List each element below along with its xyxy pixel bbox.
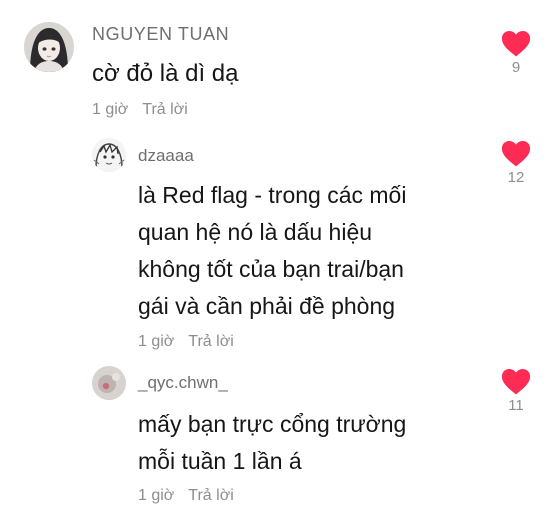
comment-text-line: không tốt của bạn trai/bạn bbox=[138, 256, 404, 282]
comment-time: 1 giờ bbox=[92, 101, 129, 118]
comment-text-line: gái và cần phải đề phòng bbox=[138, 293, 396, 319]
comment-username[interactable]: _qyc.chwn_ bbox=[138, 373, 228, 393]
reply-button[interactable]: Trả lời bbox=[188, 487, 233, 504]
comment-text: cờ đỏ là dì dạ bbox=[92, 60, 239, 87]
like-count: 12 bbox=[507, 169, 525, 186]
comment-meta: 1 giờ Trả lời bbox=[138, 333, 234, 351]
avatar-sketch-icon bbox=[92, 138, 126, 172]
comment-time: 1 giờ bbox=[138, 333, 175, 350]
avatar[interactable] bbox=[24, 22, 74, 72]
comments-screen: { "comments": [ { "username": "NGUYEN TU… bbox=[0, 0, 552, 516]
avatar[interactable] bbox=[92, 366, 126, 400]
comment-meta: 1 giờ Trả lời bbox=[138, 487, 234, 505]
avatar[interactable] bbox=[92, 138, 126, 172]
like-count: 11 bbox=[508, 397, 524, 414]
comment-time: 1 giờ bbox=[138, 487, 175, 504]
comment-text: là Red flag - trong các mối quan hệ nó l… bbox=[138, 177, 406, 325]
comment-meta: 1 giờ Trả lời bbox=[92, 101, 188, 119]
comment-username[interactable]: dzaaaa bbox=[138, 146, 194, 166]
comment-text-line: là Red flag - trong các mối bbox=[138, 182, 407, 208]
like-count: 9 bbox=[511, 59, 521, 76]
comment-text-line: quan hệ nó là dấu hiệu bbox=[138, 219, 373, 245]
reply-comment-item: dzaaaa là Red flag - trong các mối quan … bbox=[0, 130, 552, 360]
avatar-blurred-photo-icon bbox=[92, 366, 126, 400]
heart-icon bbox=[501, 140, 531, 167]
comment-text: mấy bạn trực cổng trường mỗi tuần 1 lần … bbox=[138, 406, 406, 480]
reply-comment-item: _qyc.chwn_ mấy bạn trực cổng trường mỗi … bbox=[0, 360, 552, 516]
heart-icon bbox=[501, 30, 531, 57]
avatar-girl-illustration-icon bbox=[24, 22, 74, 72]
comment-item: NGUYEN TUAN cờ đỏ là dì dạ 1 giờ Trả lời … bbox=[0, 0, 552, 130]
reply-button[interactable]: Trả lời bbox=[142, 101, 187, 118]
comment-text-line: mỗi tuần 1 lần á bbox=[138, 448, 302, 474]
comment-username[interactable]: NGUYEN TUAN bbox=[92, 24, 229, 45]
like-button[interactable]: 11 bbox=[496, 368, 536, 414]
reply-button[interactable]: Trả lời bbox=[188, 333, 233, 350]
comment-text-line: mấy bạn trực cổng trường bbox=[138, 411, 407, 437]
like-button[interactable]: 12 bbox=[496, 140, 536, 186]
heart-icon bbox=[501, 368, 531, 395]
like-button[interactable]: 9 bbox=[496, 30, 536, 76]
